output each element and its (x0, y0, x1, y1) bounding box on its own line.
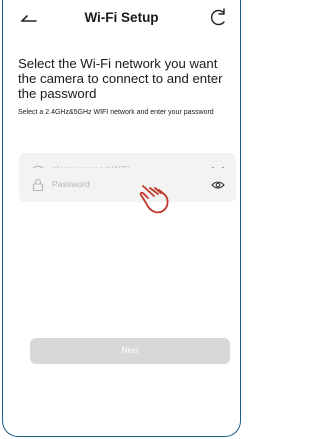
pointing-hand-icon (135, 176, 177, 218)
eye-icon[interactable] (210, 177, 226, 193)
refresh-icon[interactable] (208, 6, 230, 28)
phone-frame: Wi-Fi Setup Select the Wi-Fi network you… (2, 0, 241, 437)
password-placeholder: Password (52, 179, 90, 189)
instruction-subtext: Select a 2.4GHz&5GHz WIFI network and en… (18, 109, 214, 116)
instruction-heading: Select the Wi-Fi network you want the ca… (18, 56, 223, 101)
password-field[interactable]: Password (19, 168, 236, 202)
page-title: Wi-Fi Setup (84, 10, 159, 25)
lock-icon (31, 178, 45, 192)
next-button[interactable]: Next (30, 338, 230, 364)
header: Wi-Fi Setup (3, 0, 240, 42)
